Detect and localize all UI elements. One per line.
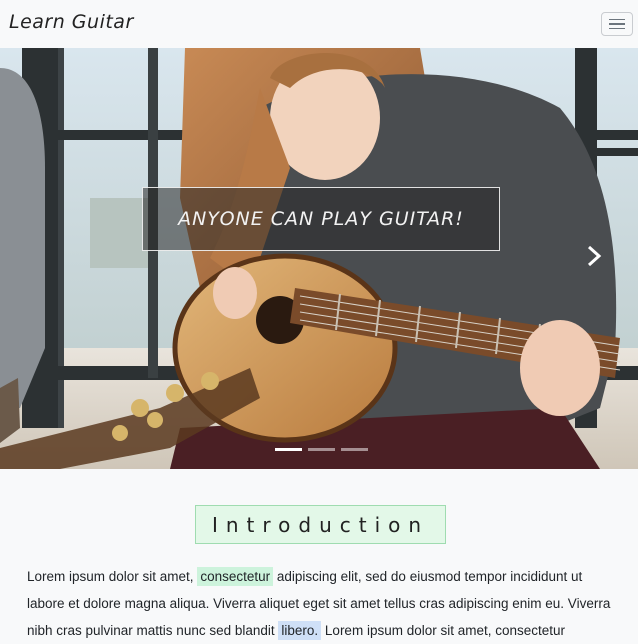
- carousel-caption: ANYONE CAN PLAY GUITAR!: [142, 187, 500, 251]
- carousel-indicator-3[interactable]: [341, 448, 368, 451]
- carousel-caption-text: ANYONE CAN PLAY GUITAR!: [178, 208, 464, 230]
- carousel-next-button[interactable]: [583, 244, 605, 268]
- hamburger-menu-icon-bar: [609, 23, 625, 25]
- navbar: Learn Guitar: [0, 0, 638, 48]
- hero-carousel: ANYONE CAN PLAY GUITAR!: [0, 48, 638, 469]
- carousel-indicator-1[interactable]: [275, 448, 302, 451]
- highlight-consectetur: consectetur: [197, 567, 274, 586]
- hamburger-menu-icon-bar: [609, 27, 625, 30]
- carousel-indicators: [275, 448, 368, 451]
- intro-text-part-1: Lorem ipsum dolor sit amet,: [27, 569, 198, 584]
- section-heading-introduction: Introduction: [195, 505, 446, 544]
- intro-text-part-3: Lorem ipsum dolor sit amet, consectetur: [321, 623, 566, 638]
- intro-paragraph: Lorem ipsum dolor sit amet, consectetur …: [27, 563, 617, 644]
- hamburger-menu-icon: [609, 18, 625, 21]
- brand-logo[interactable]: Learn Guitar: [9, 11, 134, 33]
- carousel-image: [0, 48, 638, 469]
- carousel-indicator-2[interactable]: [308, 448, 335, 451]
- highlight-libero: libero.: [278, 621, 322, 640]
- navbar-toggle-button[interactable]: [601, 12, 633, 36]
- chevron-right-icon: [587, 245, 602, 267]
